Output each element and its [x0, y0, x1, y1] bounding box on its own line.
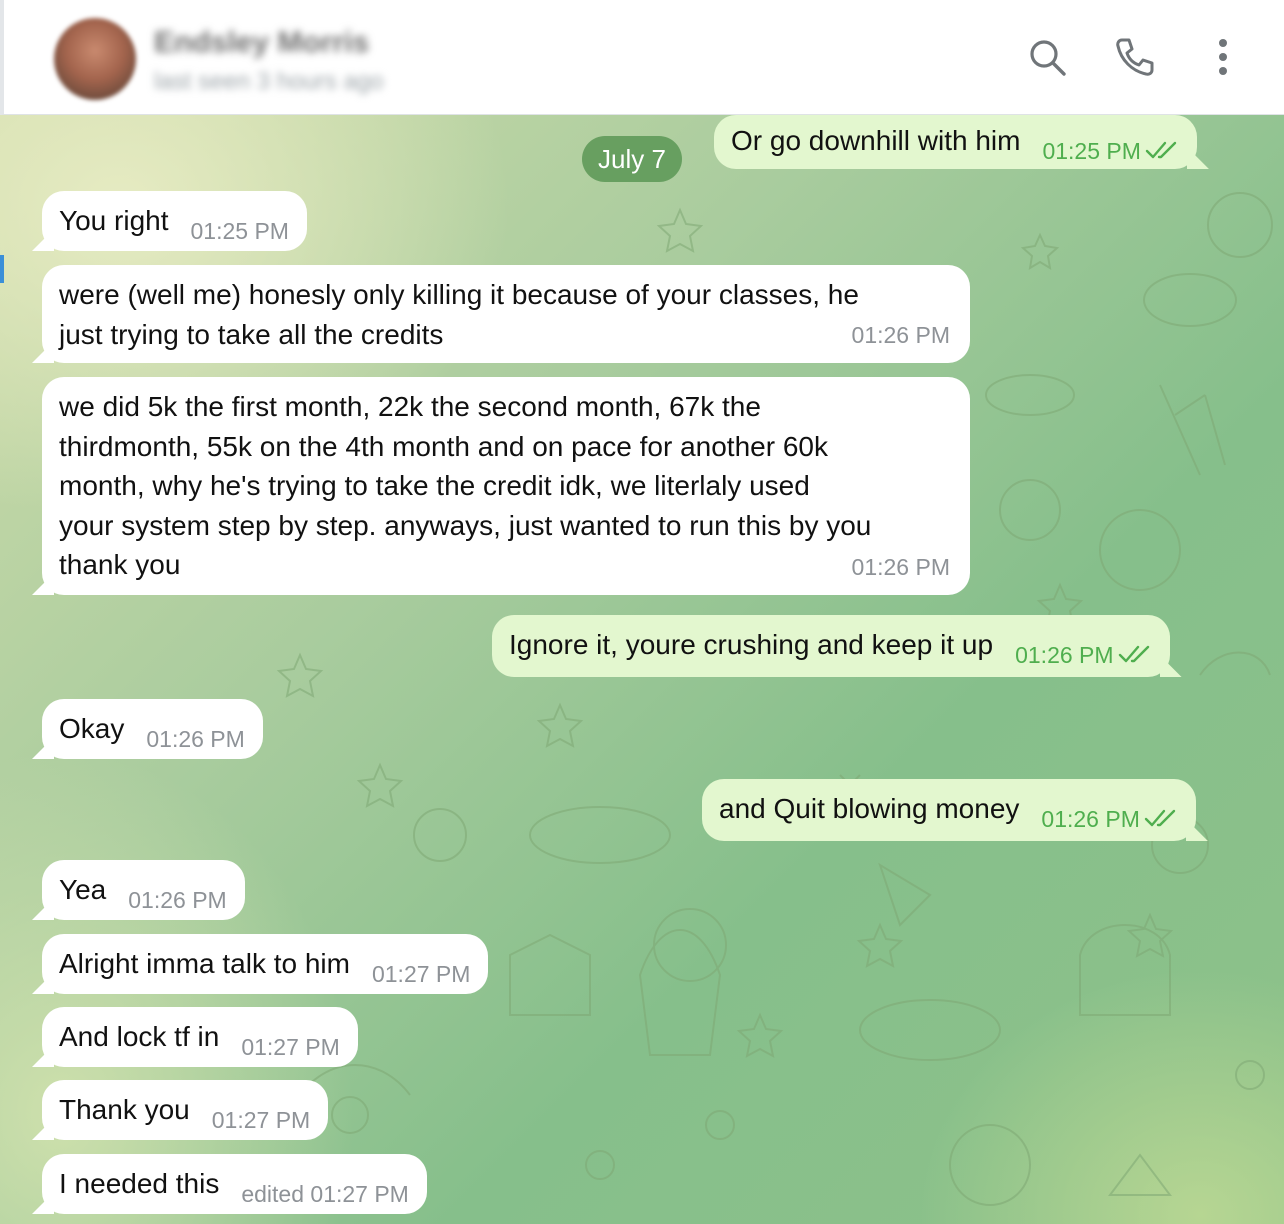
message-time: 01:25 PM — [1042, 132, 1178, 172]
message-text: And lock tf in — [59, 1021, 220, 1052]
message-time: 01:26 PM — [128, 887, 227, 913]
message-incoming[interactable]: Alright imma talk to him 01:27 PM — [42, 934, 489, 994]
message-incoming[interactable]: I needed this edited 01:27 PM — [42, 1154, 427, 1214]
phone-icon — [1116, 38, 1154, 76]
message-time: 01:26 PM — [851, 321, 950, 348]
search-button[interactable] — [1024, 34, 1070, 80]
message-text: Alright imma talk to him — [59, 948, 350, 979]
message-line: month, why he's trying to take the credi… — [59, 470, 810, 501]
date-divider: July 7 — [582, 136, 682, 182]
message-incoming[interactable]: we did 5k the first month, 22k the secon… — [42, 377, 970, 595]
message-incoming[interactable]: Yea 01:26 PM — [42, 860, 245, 920]
message-incoming[interactable]: were (well me) honesly only killing it b… — [42, 265, 970, 363]
message-outgoing[interactable]: and Quit blowing money 01:26 PM — [702, 779, 1196, 841]
message-list[interactable]: July 7 Or go downhill with him 01:25 PM Y… — [0, 115, 1284, 1224]
search-icon — [1030, 40, 1066, 76]
contact-name[interactable]: Endsley Morris — [154, 26, 369, 60]
message-text: Ignore it, youre crushing and keep it up — [509, 629, 994, 660]
message-time: 01:27 PM — [241, 1034, 340, 1060]
message-time: 01:27 PM — [371, 961, 471, 987]
double-check-icon — [1145, 141, 1177, 159]
avatar[interactable] — [54, 18, 136, 100]
message-time: 01:26 PM — [1041, 800, 1177, 840]
double-check-icon — [1118, 645, 1149, 663]
scroll-marker — [0, 255, 4, 283]
message-line: we did 5k the first month, 22k the secon… — [59, 391, 761, 422]
message-time: 01:26 PM — [851, 553, 950, 580]
message-line: thirdmonth, 55k on the 4th month and on … — [59, 430, 828, 462]
message-line: your system step by step. anyways, just … — [59, 509, 872, 541]
message-incoming[interactable]: Okay 01:26 PM — [42, 699, 263, 759]
message-text: Yea — [59, 874, 107, 905]
message-line: thank you — [59, 549, 181, 580]
message-line: were (well me) honesly only killing it b… — [59, 279, 859, 310]
message-text: Okay — [59, 713, 125, 744]
contact-status: last seen 3 hours ago — [154, 68, 384, 95]
message-line: just trying to take all the credits — [59, 318, 444, 350]
message-incoming[interactable]: Thank you 01:27 PM — [42, 1080, 329, 1140]
message-time: edited 01:27 PM — [241, 1181, 409, 1207]
message-time: 01:26 PM — [1015, 636, 1151, 676]
more-menu-button[interactable] — [1200, 34, 1246, 80]
message-text: and Quit blowing money — [719, 793, 1020, 824]
chat-header: Endsley Morris last seen 3 hours ago — [0, 0, 1284, 115]
message-text: Or go downhill with him — [731, 125, 1021, 156]
message-text: You right — [59, 205, 169, 236]
message-time: 01:27 PM — [211, 1107, 311, 1133]
call-button[interactable] — [1112, 34, 1158, 80]
double-check-icon — [1144, 809, 1176, 827]
more-vertical-icon — [1219, 39, 1227, 75]
message-text: I needed this — [59, 1168, 220, 1199]
message-time: 01:26 PM — [146, 726, 245, 752]
message-time: 01:25 PM — [190, 218, 289, 244]
message-incoming[interactable]: And lock tf in 01:27 PM — [42, 1007, 358, 1067]
message-outgoing[interactable]: Ignore it, youre crushing and keep it up… — [492, 615, 1170, 677]
message-incoming[interactable]: You right 01:25 PM — [42, 191, 307, 251]
message-text: Thank you — [59, 1094, 190, 1125]
message-outgoing[interactable]: Or go downhill with him 01:25 PM — [714, 115, 1197, 169]
